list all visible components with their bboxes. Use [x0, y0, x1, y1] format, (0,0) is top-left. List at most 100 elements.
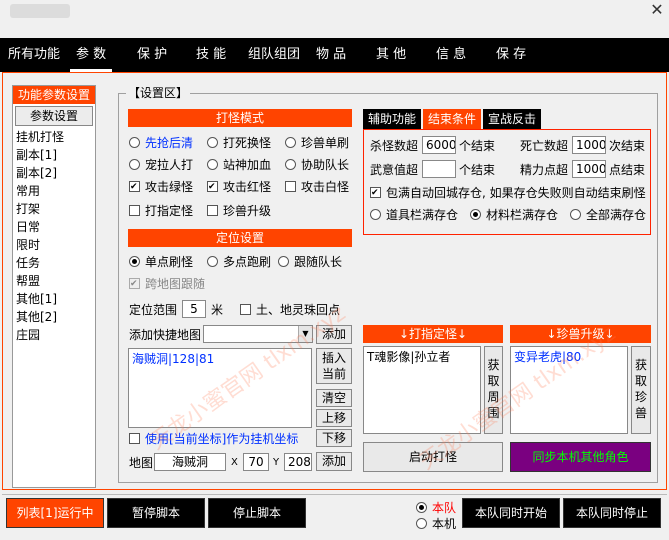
kill-count-unit: 个结束	[459, 139, 496, 153]
checkbox-icon	[129, 433, 140, 444]
pause-script-button[interactable]: 暂停脚本	[107, 498, 205, 528]
fetch-nearby-button[interactable]: 获取周围	[484, 346, 503, 434]
menu-other[interactable]: 其 他	[376, 38, 406, 72]
menu-params[interactable]: 参 数	[69, 38, 113, 72]
check-attack-red[interactable]: 攻击红怪	[207, 179, 271, 195]
param-settings-button[interactable]: 参数设置	[15, 106, 93, 126]
menu-save[interactable]: 保 存	[496, 38, 526, 72]
close-icon[interactable]: ✕	[646, 0, 668, 22]
nav-item[interactable]: 其他[2]	[16, 309, 57, 325]
checkbox-icon	[129, 181, 140, 192]
radio-local[interactable]: 本机	[416, 516, 456, 532]
stop-script-button[interactable]: 停止脚本	[208, 498, 306, 528]
menu-all-functions[interactable]: 所有功能	[8, 38, 60, 72]
radio-stand-heal[interactable]: 站神加血	[207, 157, 271, 173]
radio-item-bag-full[interactable]: 道具栏满存仓	[370, 207, 458, 223]
wuyi-label: 武意值超	[370, 163, 419, 177]
attack-mode-header: 打怪模式	[128, 109, 352, 127]
pet-level-header: ↓珍兽升级↓	[510, 325, 651, 343]
nav-item[interactable]: 限时	[16, 237, 40, 253]
target-mob-header: ↓打指定怪↓	[363, 325, 503, 343]
nav-item[interactable]: 帮盟	[16, 273, 40, 289]
map-select[interactable]: ▼	[203, 325, 313, 343]
radio-icon	[207, 256, 218, 267]
target-mob-list[interactable]: T魂影像|孙立者	[363, 346, 481, 434]
check-cross-map[interactable]: 跨地图跟随	[129, 276, 205, 292]
radio-assist-leader[interactable]: 协助队长	[285, 157, 349, 173]
checkbox-icon	[285, 181, 296, 192]
radio-first-grab[interactable]: 先抢后清	[129, 135, 193, 151]
check-earth-return[interactable]: 土、地灵珠回点	[240, 302, 340, 318]
list-item[interactable]: T魂影像|孙立者	[367, 349, 477, 365]
list-item[interactable]: 变异老虎|80	[514, 349, 624, 365]
checkbox-icon	[129, 205, 140, 216]
nav-item[interactable]: 挂机打怪	[16, 129, 64, 145]
nav-item[interactable]: 常用	[16, 183, 40, 199]
chevron-down-icon[interactable]: ▼	[298, 326, 312, 342]
death-count-input[interactable]: 1000	[572, 136, 606, 154]
list-item[interactable]: 海贼洞|128|81	[132, 351, 308, 367]
radio-pet-pull[interactable]: 宠拉人打	[129, 157, 193, 173]
sync-other-roles-button[interactable]: 同步本机其他角色	[510, 442, 651, 472]
nav-item[interactable]: 打架	[16, 201, 40, 217]
nav-item[interactable]: 庄园	[16, 327, 40, 343]
range-input[interactable]: 5	[182, 300, 206, 318]
energy-input[interactable]: 1000	[572, 160, 606, 178]
menu-protect[interactable]: 保 护	[137, 38, 167, 72]
nav-item[interactable]: 副本[2]	[16, 165, 57, 181]
tab-war-counter[interactable]: 宣战反击	[483, 109, 541, 129]
check-attack-white[interactable]: 攻击白怪	[285, 179, 349, 195]
radio-icon	[285, 137, 296, 148]
radio-material-bag-full[interactable]: 材料栏满存仓	[470, 207, 558, 223]
kill-count-label: 杀怪数超	[370, 139, 419, 153]
move-down-button[interactable]: 下移	[316, 429, 352, 447]
radio-multi-point[interactable]: 多点跑刷	[207, 254, 271, 270]
check-pet-level[interactable]: 珍兽升级	[207, 203, 271, 219]
insert-current-button[interactable]: 插入当前	[316, 348, 352, 384]
menu-info[interactable]: 信 息	[436, 38, 466, 72]
tab-assist[interactable]: 辅助功能	[363, 109, 421, 129]
clear-button[interactable]: 清空	[316, 389, 352, 407]
add-map-label: 添加快捷地图	[129, 328, 202, 342]
radio-single-point[interactable]: 单点刷怪	[129, 254, 193, 270]
radio-icon	[129, 137, 140, 148]
wuyi-input[interactable]	[422, 160, 456, 178]
add-coord-button[interactable]: 添加	[316, 452, 352, 471]
kill-count-input[interactable]: 6000	[422, 136, 456, 154]
check-attack-green[interactable]: 攻击绿怪	[129, 179, 193, 195]
radio-pet-solo[interactable]: 珍兽单刷	[285, 135, 349, 151]
start-attack-button[interactable]: 启动打怪	[363, 442, 503, 472]
map-list[interactable]: 海贼洞|128|81	[128, 348, 312, 428]
check-full-bag-return[interactable]: 包满自动回城存仓, 如果存仓失败则自动结束刷怪	[370, 185, 646, 201]
radio-all-full[interactable]: 全部满存仓	[570, 207, 646, 223]
add-map-button[interactable]: 添加	[316, 325, 352, 344]
pet-list[interactable]: 变异老虎|80	[510, 346, 628, 434]
tab-end-conditions[interactable]: 结束条件	[423, 109, 481, 129]
y-input[interactable]: 208	[284, 453, 312, 471]
radio-icon	[207, 159, 218, 170]
fetch-pet-button[interactable]: 获取珍兽	[631, 346, 651, 434]
checkbox-icon	[207, 205, 218, 216]
death-count-label: 死亡数超	[520, 139, 569, 153]
nav-item[interactable]: 副本[1]	[16, 147, 57, 163]
y-label: Y	[273, 457, 280, 468]
check-use-current-coord[interactable]: 使用[当前坐标]作为挂机坐标	[129, 431, 298, 447]
menu-skills[interactable]: 技 能	[196, 38, 226, 72]
sync-start-button[interactable]: 本队同时开始	[462, 498, 560, 528]
nav-item[interactable]: 其他[1]	[16, 291, 57, 307]
nav-item[interactable]: 任务	[16, 255, 40, 271]
sync-stop-button[interactable]: 本队同时停止	[563, 498, 661, 528]
move-up-button[interactable]: 上移	[316, 409, 352, 427]
menu-items[interactable]: 物 品	[316, 38, 346, 72]
map-name-input[interactable]: 海贼洞	[154, 453, 226, 471]
radio-team[interactable]: 本队	[416, 500, 456, 516]
radio-kill-switch[interactable]: 打死换怪	[207, 135, 271, 151]
x-input[interactable]: 70	[243, 453, 269, 471]
nav-item[interactable]: 日常	[16, 219, 40, 235]
checkbox-icon	[207, 181, 218, 192]
menu-team[interactable]: 组队组团	[248, 38, 300, 72]
radio-follow-leader[interactable]: 跟随队长	[278, 254, 342, 270]
radio-icon	[470, 209, 481, 220]
run-status-button[interactable]: 列表[1]运行中	[6, 498, 104, 528]
check-target-mob[interactable]: 打指定怪	[129, 203, 193, 219]
